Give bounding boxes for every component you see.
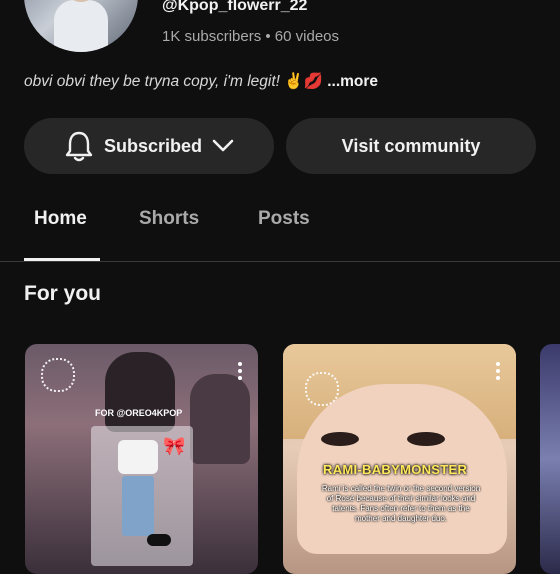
subscribed-button[interactable]: Subscribed [24, 118, 274, 174]
video-figure [190, 374, 250, 464]
chevron-down-icon [212, 139, 234, 153]
channel-watermark-icon [305, 372, 339, 406]
tabs-divider [0, 261, 560, 262]
more-options-icon[interactable] [238, 362, 244, 380]
short-overlay-text: FOR @OREO4KPOP [95, 408, 183, 418]
video-eye [407, 432, 445, 446]
description-more-link[interactable]: ...more [327, 73, 378, 90]
avatar-shirt [54, 0, 108, 52]
outfit-shoes [147, 534, 171, 546]
bell-icon [64, 129, 94, 163]
channel-tabs: Home Shorts Posts [0, 196, 560, 262]
channel-handle: @Kpop_flowerr_22 [162, 0, 308, 14]
outfit-jeans [122, 476, 154, 536]
more-options-icon[interactable] [496, 362, 502, 380]
tab-shorts[interactable]: Shorts [139, 208, 199, 230]
description-text: obvi obvi they be tryna copy, i'm legit! [24, 73, 285, 90]
tab-posts[interactable]: Posts [258, 208, 310, 230]
outfit-top [118, 440, 158, 474]
channel-description[interactable]: obvi obvi they be tryna copy, i'm legit!… [24, 72, 378, 91]
video-eye [321, 432, 359, 446]
subscribed-label: Subscribed [103, 135, 203, 156]
short-overlay-title: RAMI-BABYMONSTER [323, 462, 468, 477]
short-overlay-caption: Rami is called the twin or the second ve… [321, 484, 481, 523]
short-card[interactable]: FOR @OREO4KPOP 🎀 [25, 344, 258, 574]
description-emoji: ✌️💋 [284, 73, 323, 90]
short-card[interactable] [540, 344, 560, 574]
visit-community-label: Visit community [341, 135, 481, 156]
bow-icon: 🎀 [163, 436, 186, 456]
channel-meta: 1K subscribers • 60 videos [162, 28, 340, 45]
tab-home[interactable]: Home [34, 208, 87, 230]
short-card[interactable]: RAMI-BABYMONSTER Rami is called the twin… [283, 344, 516, 574]
video-figure [105, 352, 175, 432]
visit-community-button[interactable]: Visit community [286, 118, 536, 174]
channel-watermark-icon [41, 358, 75, 392]
channel-avatar[interactable] [24, 0, 138, 52]
section-title: For you [24, 282, 101, 305]
